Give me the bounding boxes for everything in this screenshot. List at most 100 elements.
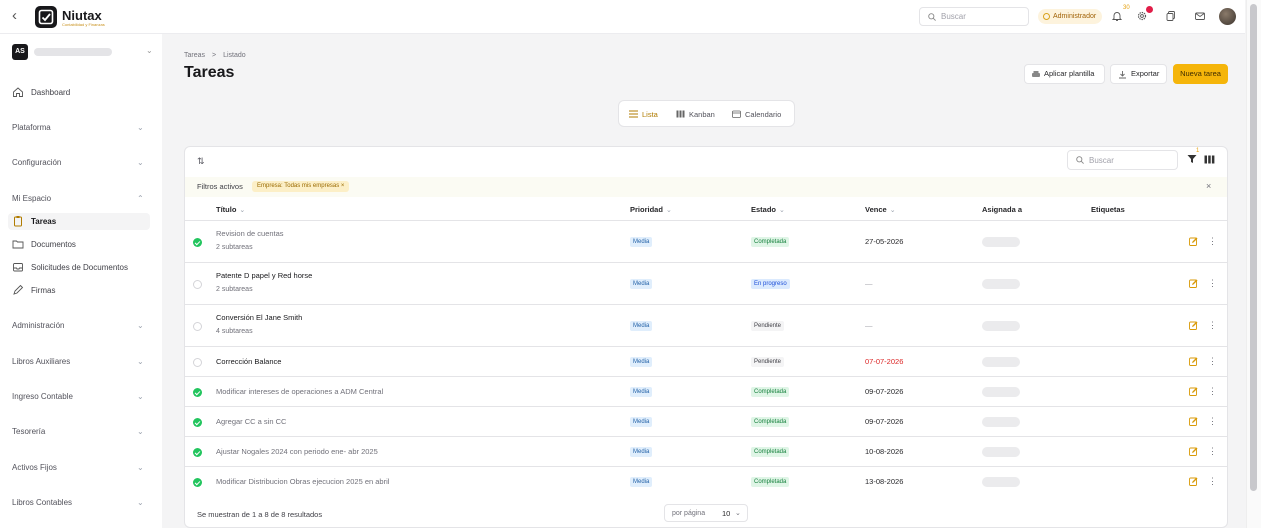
sidebar-section-plataforma[interactable]: Plataforma ⌄ (12, 123, 144, 132)
table-row[interactable]: Patente D papel y Red horse 2 subtareas Me… (185, 262, 1227, 304)
sidebar-section-configuracion[interactable]: Configuración ⌄ (12, 158, 144, 167)
sidebar-section-libros-auxiliares[interactable]: Libros Auxiliares ⌄ (12, 357, 144, 366)
section-label: Plataforma (12, 123, 51, 132)
sidebar-section-ingreso-contable[interactable]: Ingreso Contable ⌄ (12, 392, 144, 401)
edit-icon[interactable] (1189, 447, 1198, 456)
button-label: Exportar (1131, 69, 1160, 78)
task-title[interactable]: Corrección Balance (216, 357, 281, 366)
table-row[interactable]: Corrección Balance Media Pendiente 07-07-20… (185, 346, 1227, 376)
filter-chip[interactable]: Empresa: Todas mis empresas × (252, 181, 350, 192)
breadcrumb-tareas[interactable]: Tareas (184, 52, 205, 59)
tab-kanban[interactable]: Kanban (676, 110, 715, 119)
columns-icon[interactable] (1204, 155, 1215, 164)
chevron-down-icon: ⌄ (665, 207, 672, 214)
table-row[interactable]: Revision de cuentas 2 subtareas Media Compl… (185, 220, 1227, 262)
chevron-down-icon: ⌄ (889, 207, 896, 214)
new-task-button[interactable]: Nueva tarea (1173, 64, 1228, 84)
notification-count: 30 (1123, 5, 1130, 11)
active-item-highlight (8, 213, 150, 230)
task-title[interactable]: Agregar CC a sin CC (216, 417, 286, 426)
table-row[interactable]: Conversión El Jane Smith 4 subtareas Media… (185, 304, 1227, 346)
edit-icon[interactable] (1189, 417, 1198, 426)
status-badge: Completada (751, 417, 790, 427)
search-icon (928, 13, 936, 21)
table-row[interactable]: Modificar Distribucion Obras ejecucion 2… (185, 466, 1227, 496)
more-options-icon[interactable]: ⋮ (1208, 236, 1217, 247)
edit-icon[interactable] (1189, 279, 1198, 288)
more-options-icon[interactable]: ⋮ (1208, 278, 1217, 289)
tab-lista[interactable]: Lista (629, 110, 658, 119)
due-date: 10-08-2026 (865, 447, 904, 456)
global-search-input[interactable]: Buscar (919, 7, 1029, 26)
task-title[interactable]: Conversión El Jane Smith (216, 313, 302, 322)
printer-icon (1032, 71, 1040, 77)
edit-icon[interactable] (1189, 387, 1198, 396)
task-status-checkbox[interactable] (193, 478, 202, 487)
chevron-down-icon: ⌄ (137, 123, 144, 132)
column-header-due[interactable]: Vence ⌄ (865, 205, 896, 214)
more-options-icon[interactable]: ⋮ (1208, 386, 1217, 397)
task-status-checkbox[interactable] (193, 322, 202, 331)
more-options-icon[interactable]: ⋮ (1208, 416, 1217, 427)
table-row[interactable]: Agregar CC a sin CC Media Completada 09-07-… (185, 406, 1227, 436)
sidebar-section-administracion[interactable]: Administración ⌄ (12, 321, 144, 330)
filter-icon[interactable] (1187, 154, 1197, 164)
sort-icon[interactable]: ⇅ (197, 156, 205, 167)
sidebar-section-libros-contables[interactable]: Libros Contables ⌄ (12, 498, 144, 507)
task-status-checkbox[interactable] (193, 238, 202, 247)
role-badge[interactable]: Administrador (1038, 9, 1102, 24)
more-options-icon[interactable]: ⋮ (1208, 356, 1217, 367)
niutax-logo[interactable] (35, 6, 57, 28)
page-scrollbar[interactable] (1246, 0, 1261, 528)
task-title[interactable]: Revision de cuentas (216, 229, 284, 238)
sidebar-section-mi-espacio[interactable]: Mi Espacio ⌃ (12, 194, 144, 203)
scrollbar-thumb[interactable] (1250, 4, 1257, 491)
task-status-checkbox[interactable] (193, 358, 202, 367)
brand-name: Niutax (62, 8, 102, 23)
tab-calendario[interactable]: Calendario (732, 110, 781, 119)
sidebar-section-activos-fijos[interactable]: Activos Fijos ⌄ (12, 463, 144, 472)
per-page-select[interactable]: por página 10 ⌄ (664, 504, 748, 522)
edit-icon[interactable] (1189, 237, 1198, 246)
task-title[interactable]: Modificar intereses de operaciones a ADM… (216, 387, 383, 396)
edit-icon[interactable] (1189, 477, 1198, 486)
table-row[interactable]: Modificar intereses de operaciones a ADM… (185, 376, 1227, 406)
close-icon[interactable]: × (1206, 181, 1211, 191)
chevron-down-icon: ⌄ (137, 463, 144, 472)
due-date: — (865, 279, 873, 288)
table-search-input[interactable]: Buscar (1067, 150, 1178, 170)
edit-icon[interactable] (1189, 357, 1198, 366)
more-options-icon[interactable]: ⋮ (1208, 320, 1217, 331)
copy-icon[interactable] (1165, 10, 1177, 22)
search-placeholder: Buscar (1089, 156, 1114, 165)
task-title[interactable]: Patente D papel y Red horse (216, 271, 312, 280)
table-row[interactable]: Ajustar Nogales 2024 con periodo ene- ab… (185, 436, 1227, 466)
task-status-checkbox[interactable] (193, 388, 202, 397)
chevron-down-icon: ⌄ (137, 321, 144, 330)
assignee-redacted (982, 357, 1020, 367)
apply-template-button[interactable]: Aplicar plantilla (1024, 64, 1105, 84)
column-header-title[interactable]: Título ⌄ (216, 205, 245, 214)
more-options-icon[interactable]: ⋮ (1208, 446, 1217, 457)
active-filters-bar: Filtros activos Empresa: Todas mis empre… (185, 177, 1227, 197)
more-options-icon[interactable]: ⋮ (1208, 476, 1217, 487)
export-button[interactable]: Exportar (1110, 64, 1167, 84)
signature-icon (13, 284, 24, 295)
page-title: Tareas (184, 64, 235, 81)
bell-icon[interactable] (1111, 10, 1123, 22)
priority-badge: Media (630, 279, 653, 289)
task-status-checkbox[interactable] (193, 280, 202, 289)
mail-icon[interactable] (1194, 10, 1206, 22)
user-avatar[interactable] (1219, 8, 1236, 25)
sidebar: AS ⌄ Dashboard Plataforma ⌄ Configuración… (0, 34, 162, 528)
sidebar-section-tesoreria[interactable]: Tesorería ⌄ (12, 427, 144, 436)
back-arrow-icon[interactable]: ‹ (12, 8, 26, 24)
task-title[interactable]: Ajustar Nogales 2024 con periodo ene- ab… (216, 447, 378, 456)
task-status-checkbox[interactable] (193, 448, 202, 457)
edit-icon[interactable] (1189, 321, 1198, 330)
tab-label: Calendario (745, 110, 782, 119)
column-header-priority[interactable]: Prioridad ⌄ (630, 205, 672, 214)
task-title[interactable]: Modificar Distribucion Obras ejecucion 2… (216, 477, 389, 486)
task-status-checkbox[interactable] (193, 418, 202, 427)
column-header-status[interactable]: Estado ⌄ (751, 205, 785, 214)
